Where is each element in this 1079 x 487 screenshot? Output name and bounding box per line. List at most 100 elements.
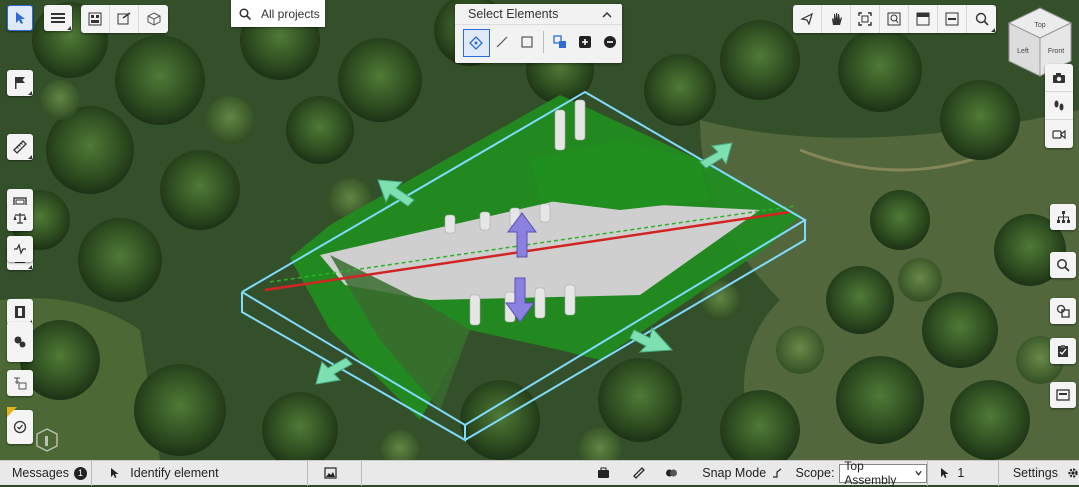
hand-icon (832, 13, 842, 25)
project-search[interactable]: All projects (231, 0, 325, 27)
plus-square-icon (578, 36, 591, 48)
frame-button[interactable] (1050, 382, 1076, 408)
scope-select[interactable]: Top Assembly (839, 459, 928, 487)
shapes-icon (1056, 304, 1070, 318)
view-cube-left[interactable]: Left (1017, 48, 1029, 55)
camera-icon (1053, 72, 1065, 83)
messages-label: Messages (12, 466, 69, 480)
select-mode-button[interactable] (548, 29, 573, 55)
select-point-button[interactable] (463, 29, 490, 57)
balance-icon (13, 213, 27, 224)
snap-mode-label: Snap Mode (702, 466, 767, 480)
chevron-up-icon[interactable] (602, 11, 612, 18)
cursor-icon (16, 12, 25, 24)
scope-value: Top Assembly (844, 459, 897, 487)
scope-item: Scope: Top Assembly (786, 459, 929, 487)
view-front-button[interactable] (938, 5, 967, 33)
walk-button[interactable] (1045, 92, 1073, 120)
properties-button[interactable] (1050, 338, 1076, 364)
compare-button[interactable] (7, 205, 33, 231)
fit-icon (858, 12, 872, 26)
search-icon (239, 7, 251, 20)
render-item[interactable] (665, 461, 703, 486)
messages-item[interactable]: Messages 1 (0, 460, 93, 486)
zoom-window-button[interactable] (880, 5, 909, 33)
image-item[interactable] (308, 460, 363, 486)
3d-viewport[interactable] (0, 0, 1079, 460)
view-filter-button[interactable] (110, 5, 139, 33)
navigation-toolbar (793, 5, 996, 33)
translate-button[interactable] (7, 370, 33, 396)
select-box-button[interactable] (514, 29, 539, 55)
tree-icon (1057, 211, 1070, 223)
markup-button[interactable] (7, 70, 33, 96)
select-panel-title: Select Elements (468, 7, 559, 21)
zoom-icon (975, 12, 989, 26)
cursor-icon (941, 468, 949, 478)
view-grid-button[interactable] (81, 5, 110, 33)
measure-status-item[interactable] (632, 461, 665, 486)
frame-icon (1056, 389, 1070, 401)
check-circle-icon (13, 420, 27, 434)
view-top-button[interactable] (909, 5, 938, 33)
magnifier-icon (1057, 259, 1070, 272)
display-style-button[interactable] (7, 322, 33, 362)
video-button[interactable] (1045, 120, 1073, 148)
video-icon (1052, 129, 1066, 140)
aerial-scene[interactable] (0, 0, 1079, 460)
translate-icon (14, 377, 27, 390)
window-front-icon (945, 12, 959, 26)
selection-count-item[interactable]: 1 (928, 460, 999, 486)
line-select-icon (496, 36, 508, 48)
pulse-icon (14, 243, 26, 255)
identify-element-item[interactable]: Identify element (92, 460, 308, 486)
pan-button[interactable] (822, 5, 851, 33)
move-icon (800, 12, 813, 26)
select-line-button[interactable] (490, 29, 515, 55)
camera-button[interactable] (1045, 64, 1073, 92)
briefcase-icon (598, 467, 610, 478)
view-3d-button[interactable] (139, 5, 168, 33)
multi-select-icon (553, 35, 567, 48)
app-logo-icon (36, 428, 58, 452)
filter-view-icon (117, 12, 131, 25)
grid-view-icon (88, 12, 102, 26)
remove-selection-button[interactable] (597, 29, 622, 55)
footsteps-icon (1054, 100, 1064, 110)
minus-circle-icon (603, 36, 616, 48)
zoom-window-icon (887, 12, 901, 26)
palette-icon (14, 336, 26, 348)
image-icon (323, 467, 337, 479)
camera-tools-group (1045, 64, 1073, 148)
messages-count-badge: 1 (73, 466, 87, 480)
snap-icon (773, 468, 782, 478)
search-label: All projects (261, 6, 320, 21)
fit-view-button[interactable] (851, 5, 880, 33)
window-top-icon (916, 12, 930, 26)
analysis-button[interactable] (7, 236, 33, 262)
measure-button[interactable] (7, 134, 33, 160)
selection-count: 1 (957, 466, 965, 480)
snap-mode-item[interactable]: Snap Mode (702, 461, 785, 486)
gear-icon (1068, 468, 1078, 478)
view-cube-top[interactable]: Top (1034, 22, 1045, 29)
settings-item[interactable]: Settings (999, 461, 1079, 486)
menu-icon (51, 13, 65, 23)
select-tool-button[interactable] (7, 5, 33, 31)
box-select-icon (521, 36, 533, 48)
point-select-icon (469, 36, 484, 50)
model-tree-button[interactable] (1050, 204, 1076, 230)
view-tools-group (81, 5, 168, 33)
toolbox-item[interactable] (597, 461, 633, 486)
fly-button[interactable] (793, 5, 822, 33)
main-menu-button[interactable] (44, 5, 72, 31)
status-bar: Messages 1 Identify element Snap Mode Sc… (0, 459, 1079, 487)
view-cube-front[interactable]: Front (1048, 48, 1064, 55)
find-button[interactable] (1050, 252, 1076, 278)
shapes-button[interactable] (1050, 298, 1076, 324)
zoom-button[interactable] (967, 5, 996, 33)
add-selection-button[interactable] (573, 29, 598, 55)
identify-label: Identify element (130, 466, 219, 480)
cube-view-icon (147, 12, 160, 26)
cursor-icon (111, 468, 119, 478)
